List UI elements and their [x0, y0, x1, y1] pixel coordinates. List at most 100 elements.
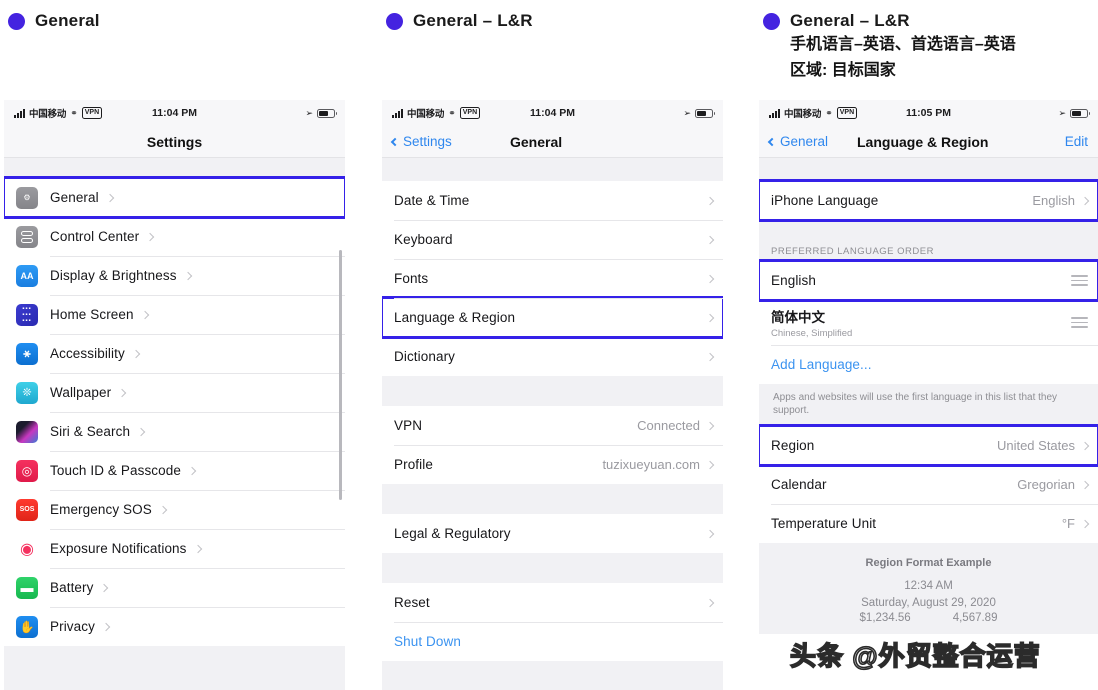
caption-title-3: General – L&R [790, 11, 910, 30]
chevron-left-icon [767, 137, 777, 146]
row-value: °F [1061, 516, 1075, 531]
chevron-right-icon [705, 352, 715, 361]
nav-bar-1: Settings [4, 126, 345, 158]
region-format-currency: $1,234.56 [859, 612, 911, 624]
status-bar-2: 中国移动 ⚭ VPN 11:04 PM ➢ [382, 100, 723, 126]
nav-bar-2: Settings General [382, 126, 723, 158]
column-language-region: General – L&R 手机语言–英语、首选语言–英语 区域: 目标国家 中… [755, 0, 1098, 690]
caption-block-1: General [0, 0, 345, 32]
row-label: Calendar [771, 477, 827, 492]
row-iphone-language[interactable]: iPhone Language English [759, 179, 1098, 222]
row-label: Home Screen [50, 307, 134, 322]
reorder-handle-icon[interactable] [1071, 315, 1088, 331]
row-label: Privacy [50, 619, 95, 634]
settings-row-home-screen[interactable]: ▪▪▪ ▪▪▪ ▪▪▪ Home Screen [4, 295, 345, 334]
location-arrow-icon: ➢ [305, 107, 313, 118]
footer-note-language: Apps and websites will use the first lan… [759, 384, 1098, 426]
carrier-label-1: 中国移动 [29, 109, 67, 120]
settings-row-privacy[interactable]: ✋ Privacy [4, 607, 345, 646]
vpn-badge-icon: VPN [459, 107, 481, 119]
list-spacer [382, 376, 723, 406]
region-format-number: 4,567.89 [952, 612, 998, 624]
row-label: Accessibility [50, 346, 125, 361]
row-label: VPN [394, 418, 423, 433]
general-row-legal-regulatory[interactable]: Legal & Regulatory [382, 514, 723, 553]
chevron-right-icon [183, 271, 192, 280]
settings-row-siri-search[interactable]: Siri & Search [4, 412, 345, 451]
settings-row-emergency-sos[interactable]: SOS Emergency SOS [4, 490, 345, 529]
row-label: Keyboard [394, 232, 453, 247]
general-row-profile[interactable]: Profile tuzixueyuan.com [382, 445, 723, 484]
settings-row-touch-id-passcode[interactable]: ◎ Touch ID & Passcode [4, 451, 345, 490]
settings-row-control-center[interactable]: Control Center [4, 217, 345, 256]
settings-row-battery[interactable]: ▬ Battery [4, 568, 345, 607]
general-row-fonts[interactable]: Fonts [382, 259, 723, 298]
back-button-general[interactable]: General [767, 134, 828, 149]
general-row-dictionary[interactable]: Dictionary [382, 337, 723, 376]
row-add-language[interactable]: Add Language... [759, 345, 1098, 384]
row-value: United States [996, 438, 1075, 453]
row-calendar[interactable]: Calendar Gregorian [759, 465, 1098, 504]
language-row-chinese-simplified[interactable]: 简体中文 Chinese, Simplified [759, 300, 1098, 345]
general-row-reset[interactable]: Reset [382, 583, 723, 622]
battery-icon [1070, 108, 1090, 118]
chevron-right-icon [705, 196, 715, 205]
edit-button[interactable]: Edit [1065, 134, 1088, 149]
chevron-right-icon [140, 310, 149, 319]
chevron-right-icon [101, 622, 111, 631]
chevron-right-icon [145, 232, 155, 241]
settings-row-accessibility[interactable]: ⚹ Accessibility [4, 334, 345, 373]
row-value: English [1032, 193, 1075, 208]
screenshot-page: General 中国移动 ⚭ VPN 11:04 PM ➢ Settings ⚙… [0, 0, 1098, 690]
signal-bars-icon [14, 108, 25, 118]
general-row-language-region[interactable]: Language & Region [382, 296, 723, 339]
general-list-2: VPN Connected Profile tuzixueyuan.com [382, 406, 723, 484]
nav-title-settings: Settings [146, 133, 203, 150]
row-label: Fonts [394, 271, 429, 286]
row-region[interactable]: Region United States [759, 424, 1098, 467]
chevron-right-icon [1080, 196, 1090, 205]
phone-screen-settings: 中国移动 ⚭ VPN 11:04 PM ➢ Settings ⚙ General [4, 100, 345, 690]
language-row-english[interactable]: English [759, 259, 1098, 302]
location-arrow-icon: ➢ [683, 107, 691, 118]
general-row-keyboard[interactable]: Keyboard [382, 220, 723, 259]
caption-sub-line-2: 区域: 目标国家 [790, 62, 896, 79]
general-row-shut-down[interactable]: Shut Down [382, 622, 723, 661]
row-value: Connected [637, 418, 700, 433]
chevron-right-icon [100, 583, 109, 592]
chevron-right-icon [193, 544, 202, 553]
wifi-icon: ⚭ [70, 107, 78, 118]
control-center-icon [16, 225, 38, 248]
list-bottom-spacer [4, 646, 345, 690]
back-label: Settings [403, 134, 452, 149]
row-label: Language & Region [394, 310, 516, 325]
row-label: General [50, 190, 99, 205]
list-spacer [4, 158, 345, 178]
row-label: Emergency SOS [50, 502, 152, 517]
caption-title-1: General [35, 11, 100, 30]
settings-row-exposure-notifications[interactable]: ◉ Exposure Notifications [4, 529, 345, 568]
settings-row-general[interactable]: ⚙ General [4, 176, 345, 219]
general-row-date-time[interactable]: Date & Time [382, 181, 723, 220]
back-button-settings[interactable]: Settings [390, 134, 452, 149]
row-label: Reset [394, 595, 430, 610]
chevron-right-icon [1080, 480, 1090, 489]
row-label: Legal & Regulatory [394, 526, 511, 541]
general-row-vpn[interactable]: VPN Connected [382, 406, 723, 445]
settings-row-wallpaper[interactable]: ❊ Wallpaper [4, 373, 345, 412]
row-temperature-unit[interactable]: Temperature Unit °F [759, 504, 1098, 543]
chevron-right-icon [136, 427, 146, 436]
chevron-right-icon [117, 388, 127, 397]
settings-row-display-brightness[interactable]: AA Display & Brightness [4, 256, 345, 295]
row-label: Control Center [50, 229, 140, 244]
settings-list: ⚙ General Control Center AA Display & Br… [4, 176, 345, 646]
signal-bars-icon [769, 108, 780, 118]
vpn-badge-icon: VPN [836, 107, 858, 119]
wallpaper-icon: ❊ [16, 381, 38, 404]
reorder-handle-icon[interactable] [1071, 273, 1088, 289]
row-label: Shut Down [394, 634, 461, 649]
scrollbar[interactable] [339, 250, 342, 500]
list-spacer [382, 553, 723, 583]
privacy-hand-icon: ✋ [16, 615, 38, 638]
iphone-language-group: iPhone Language English [759, 179, 1098, 222]
